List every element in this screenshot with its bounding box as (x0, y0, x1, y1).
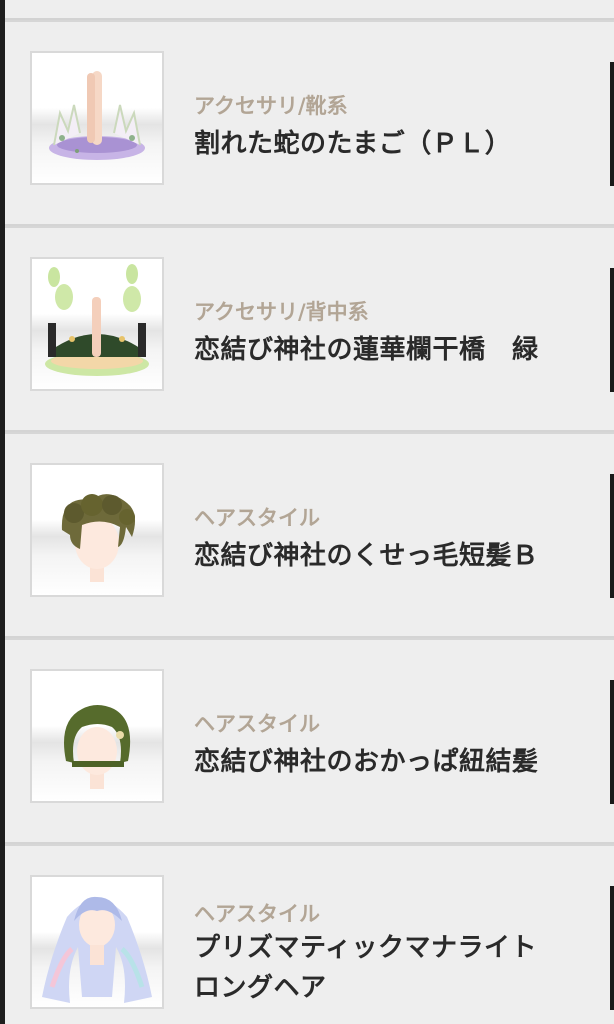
item-title: 恋結び神社のおかっぱ紐結髪 (194, 747, 539, 777)
cracked-egg-shoes-thumbnail (30, 51, 164, 185)
scroll-edge (610, 680, 614, 804)
item-title-line-2: ロングヘア (194, 973, 327, 1003)
bob-cord-hair-thumbnail (30, 669, 164, 803)
scroll-edge (610, 886, 614, 1010)
curly-short-hair-thumbnail (30, 463, 164, 597)
item-title: 恋結び神社の蓮華欄干橋 緑 (194, 335, 539, 365)
item-category: ヘアスタイル (194, 712, 320, 736)
scroll-edge (610, 268, 614, 392)
scroll-edge (610, 62, 614, 186)
app-viewport: アクセサリ/靴系 割れた蛇のたまご（ＰＬ） アクセサリ/背中系 恋結び神社の蓮華… (0, 0, 614, 1024)
lotus-bridge-thumbnail (30, 257, 164, 391)
item-list: アクセサリ/靴系 割れた蛇のたまご（ＰＬ） アクセサリ/背中系 恋結び神社の蓮華… (5, 0, 614, 1024)
list-top-edge (5, 0, 614, 20)
item-title-line-1: プリズマティックマナライト (194, 933, 537, 963)
item-category: ヘアスタイル (194, 902, 320, 926)
list-item[interactable]: ヘアスタイル 恋結び神社のおかっぱ紐結髪 (5, 640, 614, 844)
list-item[interactable]: ヘアスタイル 恋結び神社のくせっ毛短髪Ｂ (5, 434, 614, 638)
item-category: アクセサリ/背中系 (194, 300, 369, 324)
list-item[interactable]: アクセサリ/靴系 割れた蛇のたまご（ＰＬ） (5, 22, 614, 226)
list-item[interactable]: ヘアスタイル プリズマティックマナライト ロングヘア (5, 846, 614, 1024)
item-category: アクセサリ/靴系 (194, 94, 348, 118)
prismatic-long-hair-thumbnail (30, 875, 164, 1009)
item-title: 恋結び神社のくせっ毛短髪Ｂ (194, 541, 539, 571)
list-item[interactable]: アクセサリ/背中系 恋結び神社の蓮華欄干橋 緑 (5, 228, 614, 432)
item-category: ヘアスタイル (194, 506, 320, 530)
scroll-edge (610, 474, 614, 598)
item-title: 割れた蛇のたまご（ＰＬ） (194, 129, 512, 159)
